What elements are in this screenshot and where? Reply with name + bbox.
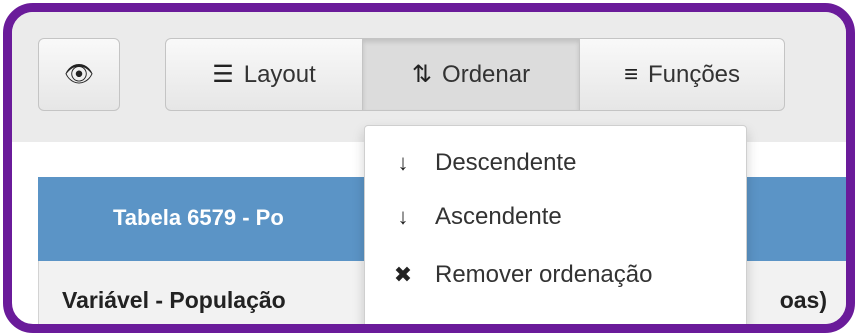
layout-label: Layout: [243, 60, 316, 88]
menu-item-label: Descendente: [435, 149, 577, 176]
menu-item-label: Ascendente: [435, 203, 562, 230]
visibility-button[interactable]: 👁: [38, 38, 120, 111]
menu-item-remove-sort[interactable]: ✖ Remover ordenação: [365, 248, 746, 302]
sort-desc-icon: ↓: [397, 150, 409, 175]
menu-item-descending[interactable]: ↓ Descendente: [365, 136, 746, 190]
sort-dropdown-menu: ↓ Descendente ↓ Ascendente ✖ Remover ord…: [364, 125, 747, 324]
layout-button[interactable]: ☰ Layout: [165, 38, 363, 111]
list-icon: ☰: [212, 60, 234, 88]
sort-label: Ordenar: [442, 60, 531, 88]
eye-icon: 👁: [63, 60, 95, 88]
variable-label-left: Variável - População: [62, 287, 286, 313]
functions-button[interactable]: ≡ Funções: [579, 38, 785, 111]
sort-asc-icon: ↓: [397, 204, 409, 229]
sort-button[interactable]: ⇅ Ordenar: [362, 38, 580, 111]
functions-label: Funções: [647, 60, 741, 88]
screenshot-frame: 👁 ☰ Layout ⇅ Ordenar ≡ Funções Tabela 65…: [3, 3, 855, 333]
variable-label-right: oas): [779, 287, 827, 313]
remove-icon: ✖: [393, 262, 413, 287]
menu-icon: ≡: [623, 60, 638, 88]
sort-icon: ⇅: [411, 60, 433, 88]
menu-item-ascending[interactable]: ↓ Ascendente: [365, 190, 746, 244]
table-title-left: Tabela 6579 - Po: [113, 205, 284, 230]
menu-item-label: Remover ordenação: [435, 261, 653, 288]
